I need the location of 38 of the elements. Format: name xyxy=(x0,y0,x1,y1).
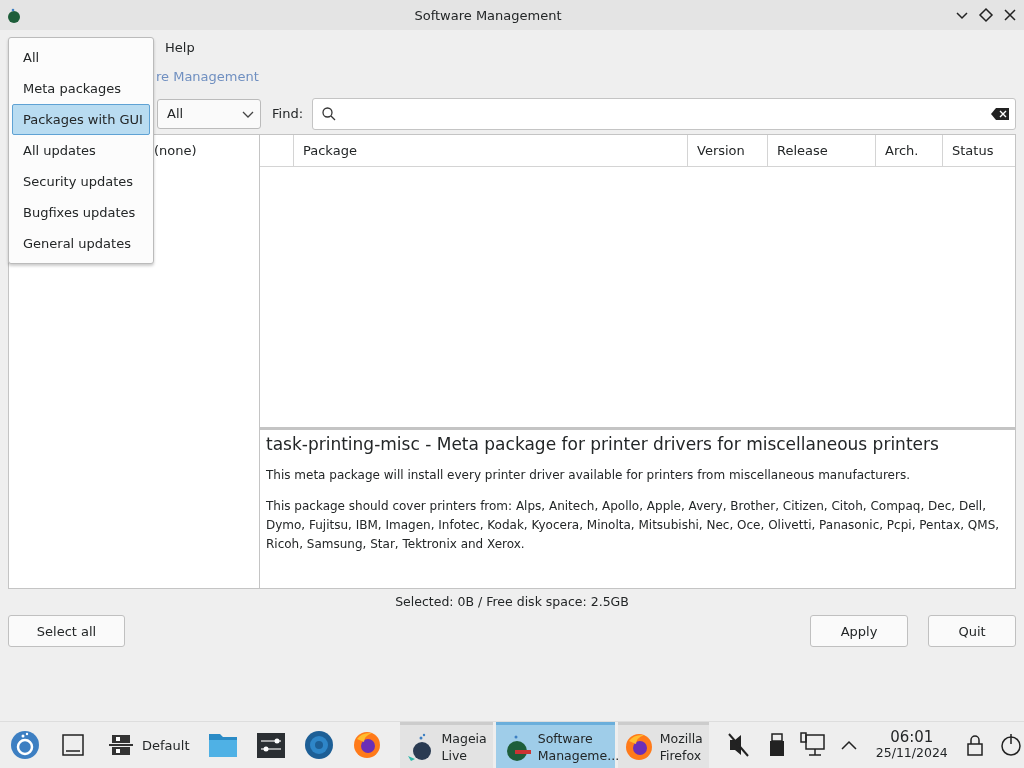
clear-icon[interactable] xyxy=(991,107,1009,120)
close-icon[interactable] xyxy=(1002,7,1018,23)
task-button[interactable]: Mozilla Firefox xyxy=(617,722,709,768)
find-label: Find: xyxy=(272,106,303,121)
sliders-icon[interactable] xyxy=(255,730,286,760)
maximize-icon[interactable] xyxy=(978,7,994,23)
view-dropdown[interactable]: All xyxy=(157,98,261,129)
search-field[interactable] xyxy=(312,97,1016,130)
package-title: task-printing-misc - Meta package for printer drivers for miscellaneous printers xyxy=(266,434,940,454)
menu-option[interactable]: Bugfixes updates xyxy=(12,197,150,228)
column-header[interactable]: Package xyxy=(294,135,688,166)
column-header[interactable]: Version xyxy=(688,135,768,166)
app-menu-icon[interactable] xyxy=(10,730,40,760)
app-icon xyxy=(6,7,22,23)
window-title: Software Management xyxy=(413,7,563,23)
column-header[interactable]: Status xyxy=(943,135,1015,166)
menu-option[interactable]: All xyxy=(12,42,150,73)
select-all-button[interactable]: Select all xyxy=(8,615,125,647)
menu-option[interactable]: Security updates xyxy=(12,166,150,197)
activity-label[interactable]: Default xyxy=(142,737,190,753)
menu-option[interactable]: All updates xyxy=(12,135,150,166)
apply-button[interactable]: Apply xyxy=(810,615,908,647)
clock[interactable]: 06:01 25/11/2024 xyxy=(875,730,948,760)
menu-option[interactable]: Meta packages xyxy=(12,73,150,104)
status-text: Selected: 0B / Free disk space: 2.5GB xyxy=(394,593,630,611)
tree-item[interactable]: (none) xyxy=(154,143,259,158)
description-text: This meta package will install every printer driver available for printers from miscellaneous manufacturers. xyxy=(266,467,911,484)
search-icon xyxy=(322,106,336,121)
menu-option[interactable]: Packages with GUI xyxy=(12,104,150,135)
column-header[interactable]: Arch. xyxy=(876,135,943,166)
column-header[interactable]: Release xyxy=(768,135,876,166)
menu-item[interactable]: Help xyxy=(165,37,195,57)
browser-icon[interactable] xyxy=(351,730,382,760)
description-text: This package should cover printers from: Alps, Anitech, Apollo, Apple, Avery, Brother, Citizen, Citoh, Compaq, Dec, Dell, Dymo, Fujitsu, IBM, Imagen, Infotec, Kodak, Kyocera, Minolta, Mitsubishi, Nec, Oce, Olivetti, Panasonic, Pcpi, Pentax, QMS, Ricoh, Samsung, Star, Tektronix and Xerox. xyxy=(266,498,1001,553)
quit-button[interactable]: Quit xyxy=(928,615,1016,647)
menu-option[interactable]: General updates xyxy=(12,228,150,259)
task-button[interactable]: Mageia Live xyxy=(399,722,493,768)
browser-icon xyxy=(623,731,654,762)
